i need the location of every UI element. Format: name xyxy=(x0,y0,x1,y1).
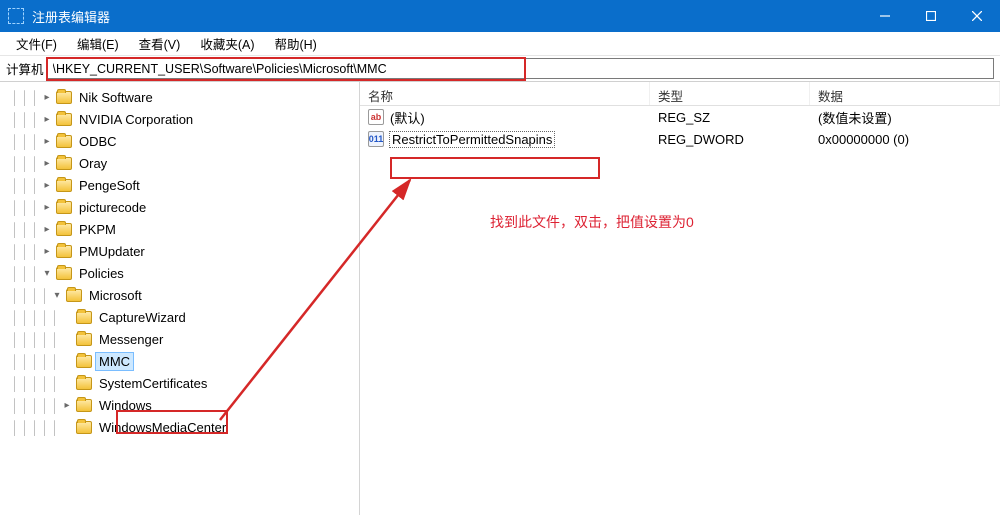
list-row[interactable]: 011 RestrictToPermittedSnapins REG_DWORD0x… xyxy=(360,128,1000,150)
registry-tree[interactable]: │││▸Nik Software│││▸NVIDIA Corporation││… xyxy=(0,82,360,515)
value-type: REG_SZ xyxy=(650,110,810,125)
tree-node-label: PengeSoft xyxy=(76,177,143,194)
folder-icon xyxy=(56,201,72,214)
column-name[interactable]: 名称 xyxy=(360,82,650,105)
tree-node[interactable]: │││▸Oray xyxy=(10,152,359,174)
folder-icon xyxy=(66,289,82,302)
tree-node-label: Oray xyxy=(76,155,110,172)
tree-node[interactable]: │││▸NVIDIA Corporation xyxy=(10,108,359,130)
folder-icon xyxy=(56,267,72,280)
tree-node[interactable]: │││││·Messenger xyxy=(10,328,359,350)
minimize-icon xyxy=(880,11,890,21)
value-data: 0x00000000 (0) xyxy=(810,132,1000,147)
folder-icon xyxy=(56,157,72,170)
close-button[interactable] xyxy=(954,0,1000,32)
folder-icon xyxy=(56,179,72,192)
menu-edit[interactable]: 编辑(E) xyxy=(67,32,129,55)
chevron-right-icon[interactable]: ▸ xyxy=(60,398,74,412)
address-label: 计算机 xyxy=(6,59,44,78)
tree-node[interactable]: │││││·CaptureWizard xyxy=(10,306,359,328)
tree-node[interactable]: ││││▾Microsoft xyxy=(10,284,359,306)
app-icon xyxy=(8,8,24,24)
tree-node[interactable]: │││││·SystemCertificates xyxy=(10,372,359,394)
maximize-button[interactable] xyxy=(908,0,954,32)
tree-node-label: Policies xyxy=(76,265,127,282)
close-icon xyxy=(972,11,982,21)
tree-node-label: PMUpdater xyxy=(76,243,148,260)
tree-node-label: CaptureWizard xyxy=(96,309,189,326)
address-path-input[interactable] xyxy=(46,58,994,79)
folder-icon xyxy=(56,223,72,236)
folder-icon xyxy=(76,355,92,368)
tree-node[interactable]: │││││·WindowsMediaCenter xyxy=(10,416,359,438)
tree-node[interactable]: │││││▸Windows xyxy=(10,394,359,416)
tree-node-label: Nik Software xyxy=(76,89,156,106)
tree-node-label: Windows xyxy=(96,397,155,414)
chevron-right-icon[interactable]: ▸ xyxy=(40,244,54,258)
minimize-button[interactable] xyxy=(862,0,908,32)
folder-icon xyxy=(76,399,92,412)
chevron-right-icon[interactable]: ▸ xyxy=(40,112,54,126)
content-area: │││▸Nik Software│││▸NVIDIA Corporation││… xyxy=(0,82,1000,515)
dword-value-icon: 011 xyxy=(368,131,384,147)
chevron-right-icon[interactable]: ▸ xyxy=(40,134,54,148)
value-type: REG_DWORD xyxy=(650,132,810,147)
menu-view[interactable]: 查看(V) xyxy=(129,32,191,55)
value-name: RestrictToPermittedSnapins xyxy=(390,132,554,147)
folder-icon xyxy=(76,311,92,324)
folder-icon xyxy=(56,135,72,148)
list-header: 名称 类型 数据 xyxy=(360,82,1000,106)
column-type[interactable]: 类型 xyxy=(650,82,810,105)
tree-node[interactable]: │││▸PMUpdater xyxy=(10,240,359,262)
tree-node-label: NVIDIA Corporation xyxy=(76,111,196,128)
window-title: 注册表编辑器 xyxy=(32,7,862,26)
titlebar: 注册表编辑器 xyxy=(0,0,1000,32)
tree-node-label: PKPM xyxy=(76,221,119,238)
list-row[interactable]: ab (默认) REG_SZ(数值未设置) xyxy=(360,106,1000,128)
value-list: 名称 类型 数据 ab (默认) REG_SZ(数值未设置) 011 RestrictT… xyxy=(360,82,1000,515)
tree-node-label: SystemCertificates xyxy=(96,375,210,392)
menu-favorites[interactable]: 收藏夹(A) xyxy=(190,32,264,55)
folder-icon xyxy=(56,245,72,258)
tree-node-label: ODBC xyxy=(76,133,120,150)
string-value-icon: ab xyxy=(368,109,384,125)
chevron-right-icon[interactable]: ▸ xyxy=(40,178,54,192)
folder-icon xyxy=(76,377,92,390)
menubar: 文件(F) 编辑(E) 查看(V) 收藏夹(A) 帮助(H) xyxy=(0,32,1000,56)
tree-node-label: picturecode xyxy=(76,199,149,216)
chevron-down-icon[interactable]: ▾ xyxy=(50,288,64,302)
address-bar: 计算机 xyxy=(0,56,1000,82)
tree-node-label: Messenger xyxy=(96,331,166,348)
chevron-right-icon[interactable]: ▸ xyxy=(40,156,54,170)
list-rows: ab (默认) REG_SZ(数值未设置) 011 RestrictToPermitte… xyxy=(360,106,1000,150)
tree-node[interactable]: │││▸PengeSoft xyxy=(10,174,359,196)
maximize-icon xyxy=(926,11,936,21)
tree-node[interactable]: │││▸Nik Software xyxy=(10,86,359,108)
menu-help[interactable]: 帮助(H) xyxy=(264,32,326,55)
column-data[interactable]: 数据 xyxy=(810,82,1000,105)
folder-icon xyxy=(56,91,72,104)
annotation-text: 找到此文件，双击，把值设置为0 xyxy=(490,212,694,232)
tree-node[interactable]: │││▸PKPM xyxy=(10,218,359,240)
value-name: (默认) xyxy=(390,108,425,127)
chevron-right-icon[interactable]: ▸ xyxy=(40,222,54,236)
tree-node[interactable]: │││▸picturecode xyxy=(10,196,359,218)
tree-node-label: MMC xyxy=(96,353,133,370)
folder-icon xyxy=(76,421,92,434)
folder-icon xyxy=(76,333,92,346)
tree-node[interactable]: │││││·MMC xyxy=(10,350,359,372)
menu-file[interactable]: 文件(F) xyxy=(6,32,67,55)
tree-node-label: WindowsMediaCenter xyxy=(96,419,229,436)
folder-icon xyxy=(56,113,72,126)
chevron-right-icon[interactable]: ▸ xyxy=(40,90,54,104)
chevron-right-icon[interactable]: ▸ xyxy=(40,200,54,214)
tree-node-label: Microsoft xyxy=(86,287,145,304)
chevron-down-icon[interactable]: ▾ xyxy=(40,266,54,280)
tree-node[interactable]: │││▸ODBC xyxy=(10,130,359,152)
value-data: (数值未设置) xyxy=(810,108,1000,127)
tree-node[interactable]: │││▾Policies xyxy=(10,262,359,284)
